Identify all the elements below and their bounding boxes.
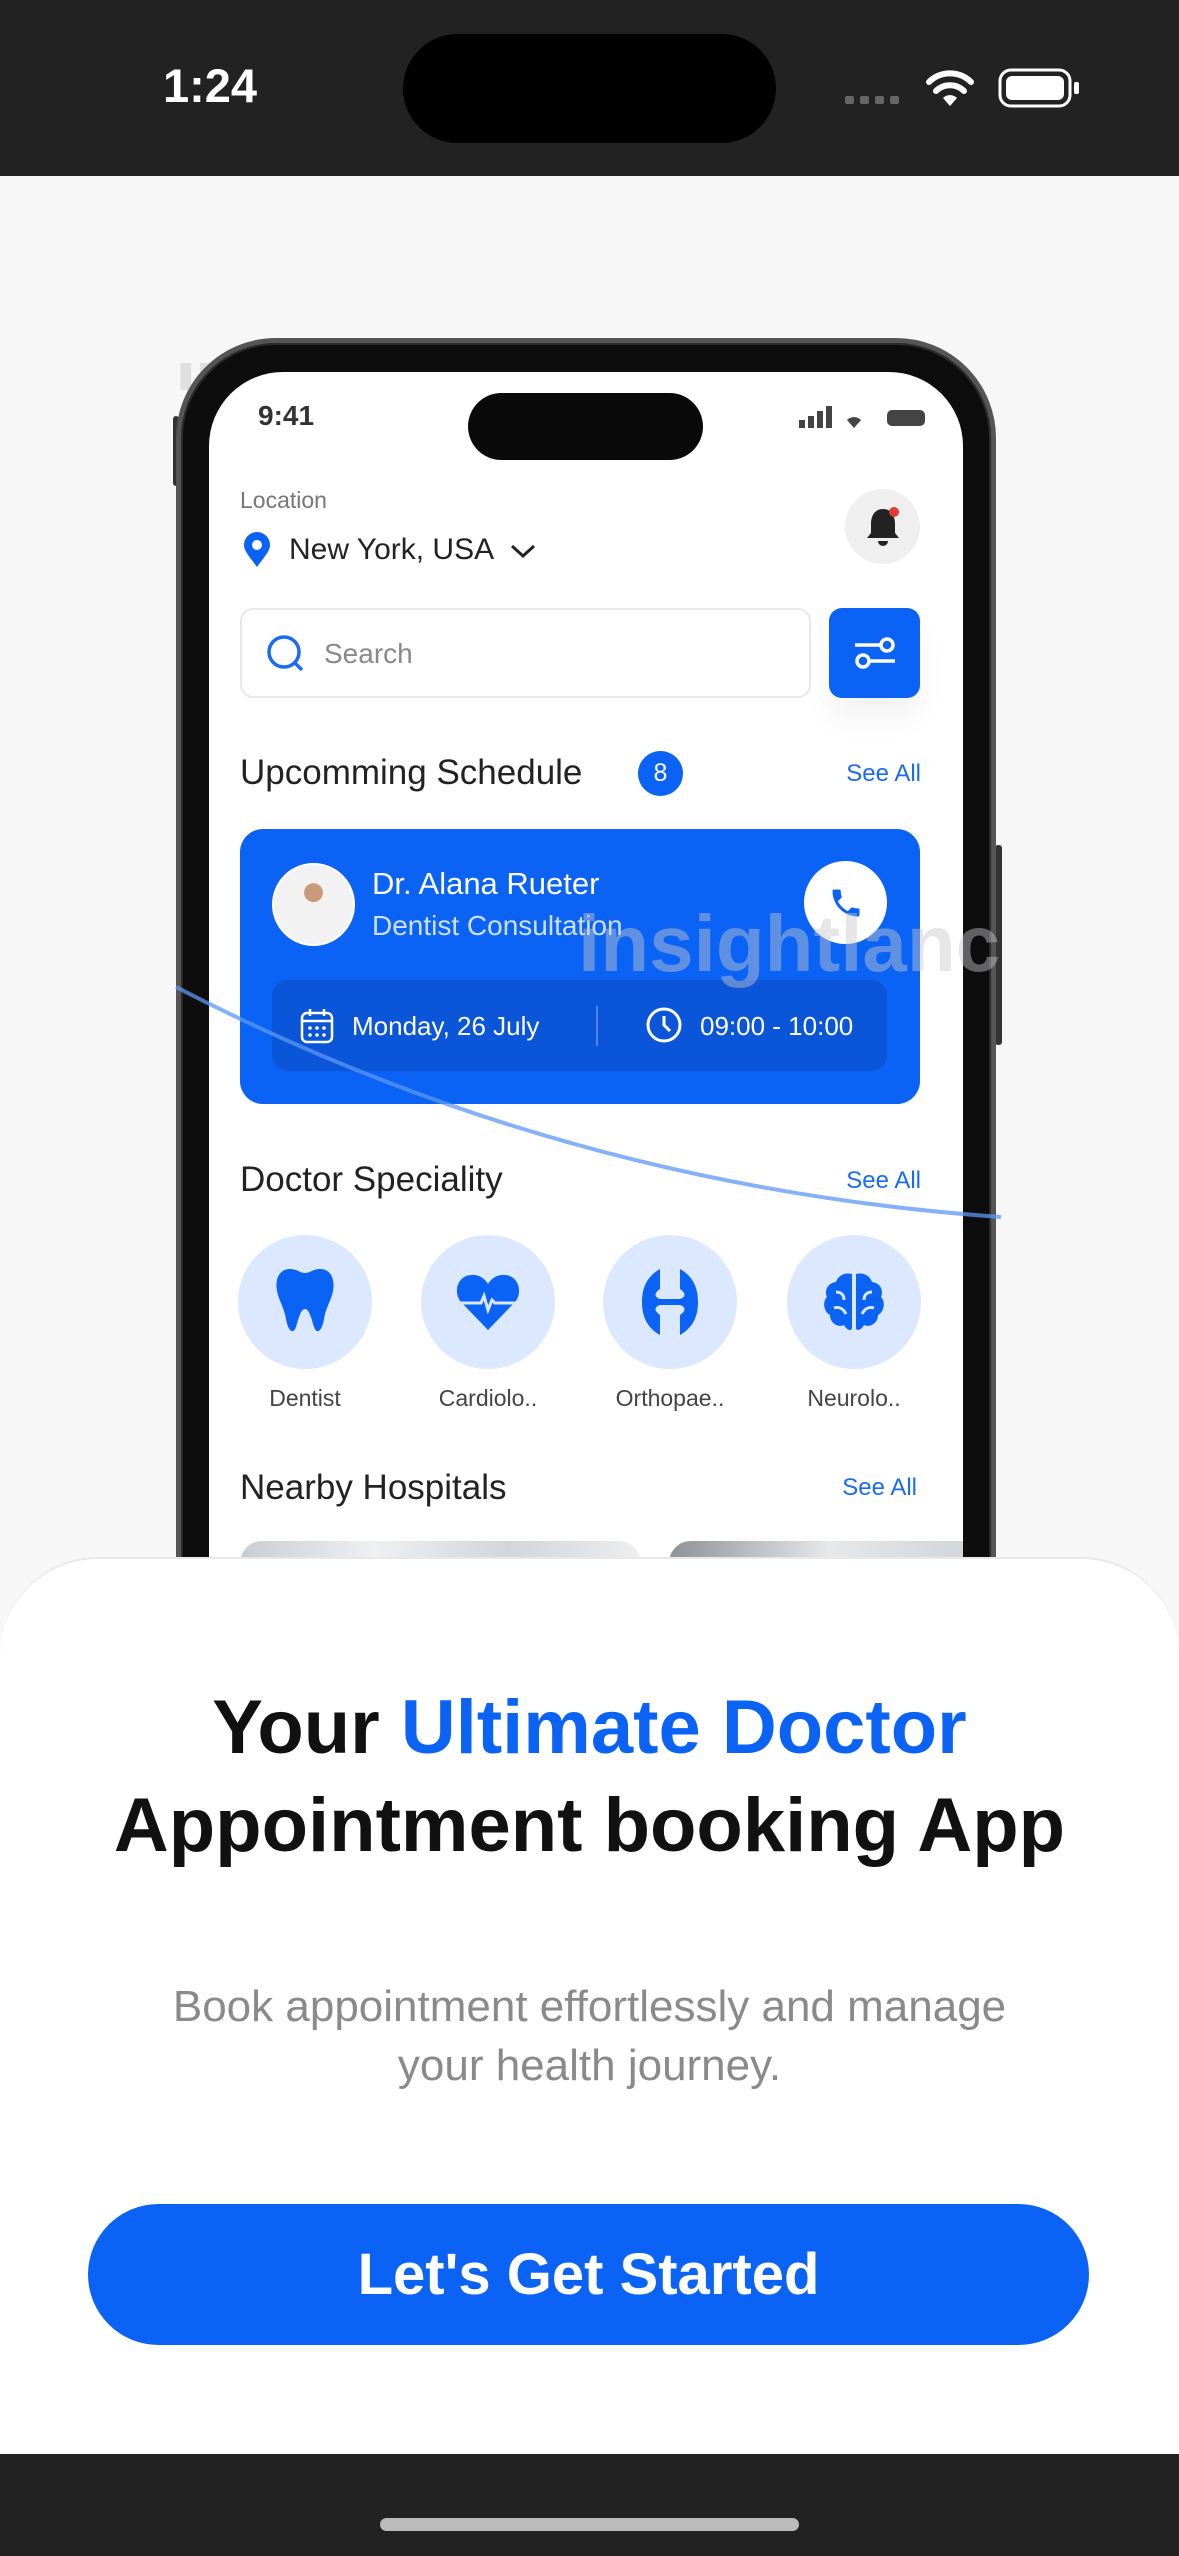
onboarding-sheet: Your Ultimate Doctor Appointment booking… [0, 1557, 1179, 2457]
onboarding-heading: Your Ultimate Doctor Appointment booking… [0, 1679, 1179, 1875]
dynamic-island [403, 34, 776, 143]
onboarding-subtitle: Book appointment effortlessly and manage… [0, 1977, 1179, 2095]
signal-icon [845, 96, 899, 104]
battery-icon [998, 68, 1079, 108]
heading-prefix: Your [212, 1685, 401, 1770]
get-started-button[interactable]: Let's Get Started [88, 2204, 1089, 2345]
subtitle-line: your health journey. [397, 2041, 782, 2090]
heading-line2: Appointment booking App [113, 1783, 1066, 1868]
status-bar: 1:24 [0, 0, 1179, 176]
bottom-bar [0, 2454, 1179, 2556]
wifi-icon [926, 70, 974, 106]
app-preview: ightlancer 9:41 Location New York, USA S… [0, 176, 1179, 1576]
subtitle-line: Book appointment effortlessly and manage [172, 1982, 1007, 2031]
decorative-curve [175, 985, 1002, 1219]
heading-highlight: Ultimate Doctor [400, 1685, 967, 1770]
status-time: 1:24 [163, 59, 258, 112]
home-indicator[interactable] [380, 2518, 799, 2531]
